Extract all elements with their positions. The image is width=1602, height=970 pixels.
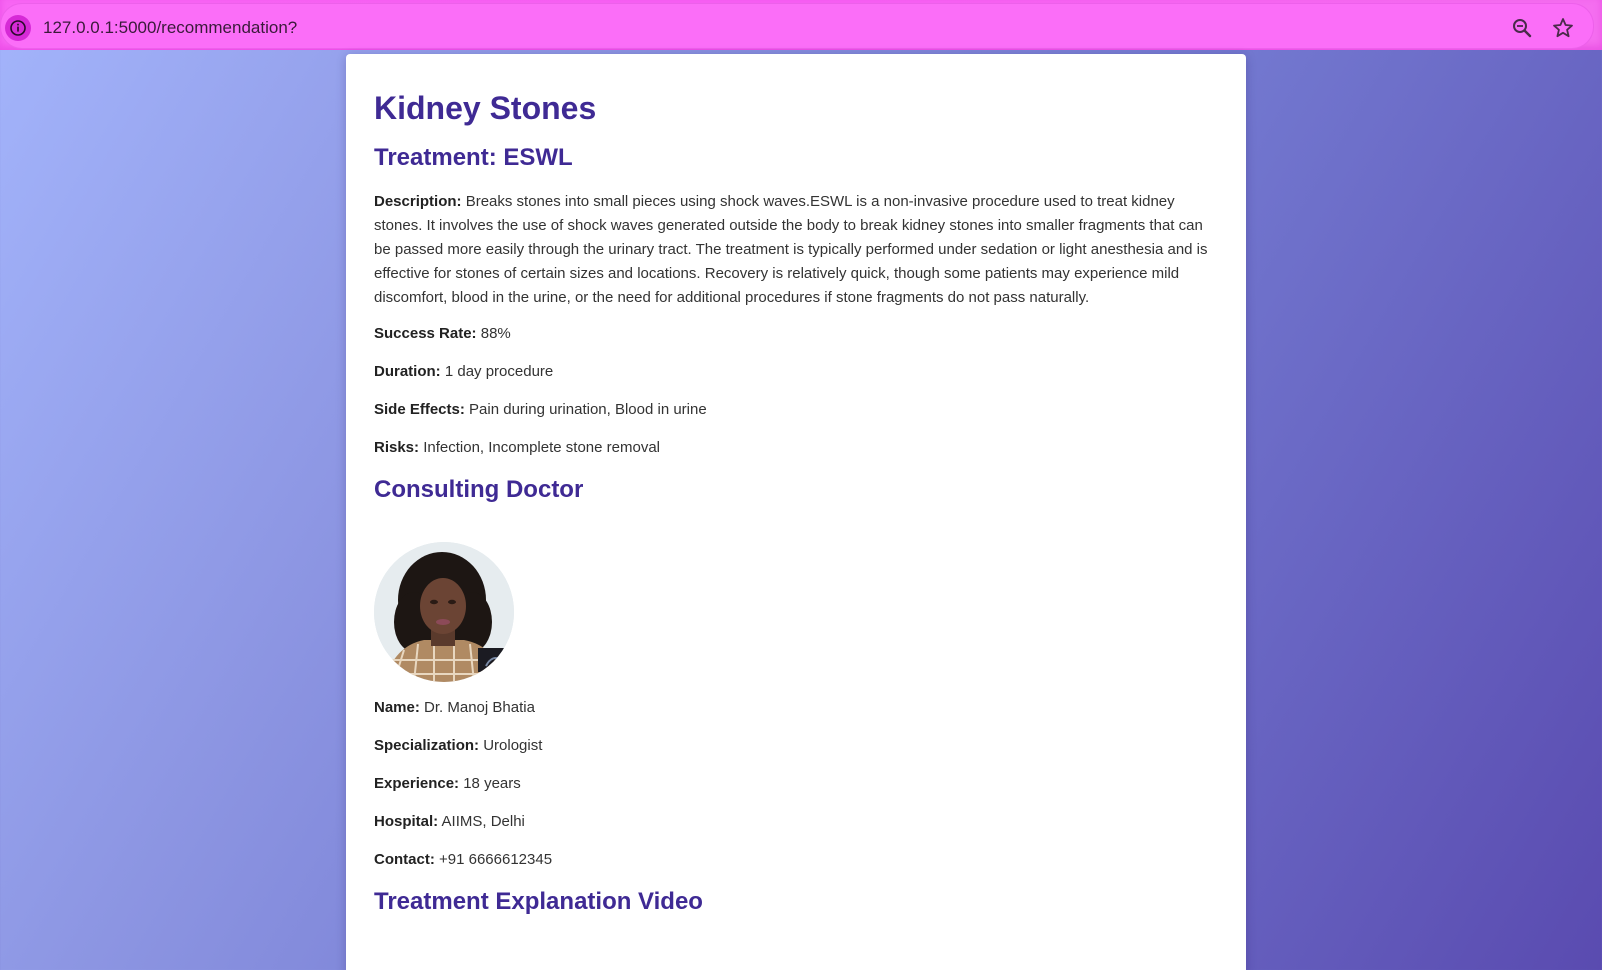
video-heading: Treatment Explanation Video xyxy=(374,888,703,915)
treatment-description: Description: Breaks stones into small pi… xyxy=(374,190,1214,310)
side-effects-row: Side Effects: Pain during urination, Blo… xyxy=(374,398,1214,422)
risks-row: Risks: Infection, Incomplete stone remov… xyxy=(374,436,1214,460)
description-text: Breaks stones into small pieces using sh… xyxy=(374,193,1208,306)
address-bar[interactable]: 127.0.0.1:5000/recommendation? xyxy=(0,3,1594,49)
experience-value: 18 years xyxy=(463,775,521,792)
site-info-icon[interactable] xyxy=(5,15,31,41)
zoom-out-icon[interactable] xyxy=(1510,16,1534,40)
contact-label: Contact: xyxy=(374,851,435,868)
hospital-row: Hospital: AIIMS, Delhi xyxy=(374,810,1214,834)
contact-value[interactable]: +91 6666612345 xyxy=(439,851,552,868)
specialization-row: Specialization: Urologist xyxy=(374,734,1214,758)
experience-label: Experience: xyxy=(374,775,460,792)
specialization-label: Specialization: xyxy=(374,737,480,754)
specialization-value: Urologist xyxy=(483,737,543,754)
success-rate-value: 88% xyxy=(480,325,511,342)
doctor-name-row: Name: Dr. Manoj Bhatia xyxy=(374,696,1214,720)
risks-label: Risks: xyxy=(374,439,420,456)
recommendation-card: Kidney Stones Treatment: ESWL Descriptio… xyxy=(346,54,1246,970)
page-title: Kidney Stones xyxy=(374,90,597,126)
success-rate-label: Success Rate: xyxy=(374,325,477,342)
success-rate-row: Success Rate: 88% xyxy=(374,322,1214,346)
hospital-label: Hospital: xyxy=(374,813,439,830)
doctor-name-value: Dr. Manoj Bhatia xyxy=(424,699,535,716)
experience-row: Experience: 18 years xyxy=(374,772,1214,796)
browser-toolbar: 127.0.0.1:5000/recommendation? xyxy=(0,0,1602,50)
side-effects-label: Side Effects: xyxy=(374,401,465,418)
contact-row: Contact: +91 6666612345 xyxy=(374,848,1214,872)
side-effects-value: Pain during urination, Blood in urine xyxy=(469,401,707,418)
treatment-heading: Treatment: ESWL xyxy=(374,144,573,171)
doctor-heading: Consulting Doctor xyxy=(374,476,584,503)
description-label: Description: xyxy=(374,193,462,210)
doctor-name-label: Name: xyxy=(374,699,420,716)
duration-row: Duration: 1 day procedure xyxy=(374,360,1214,384)
url-text[interactable]: 127.0.0.1:5000/recommendation? xyxy=(43,18,297,38)
doctor-avatar xyxy=(374,542,514,682)
hospital-value: AIIMS, Delhi xyxy=(441,813,525,830)
risks-value: Infection, Incomplete stone removal xyxy=(423,439,660,456)
bookmark-star-icon[interactable] xyxy=(1551,16,1575,40)
duration-value: 1 day procedure xyxy=(444,363,554,380)
duration-label: Duration: xyxy=(374,363,441,380)
